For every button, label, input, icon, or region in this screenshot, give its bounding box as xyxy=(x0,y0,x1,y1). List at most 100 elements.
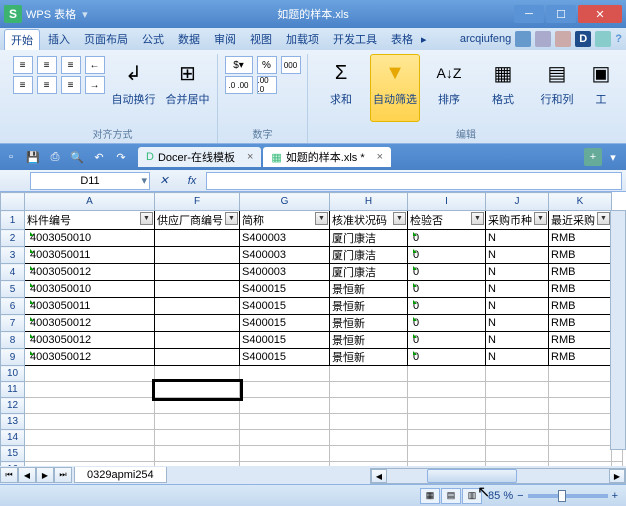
cell[interactable] xyxy=(155,398,240,414)
filter-header[interactable]: 料件编号▼ xyxy=(25,211,155,230)
currency-icon[interactable]: $▾ xyxy=(225,56,253,74)
cell[interactable] xyxy=(486,382,549,398)
cell[interactable]: RMB xyxy=(549,298,612,315)
cell[interactable] xyxy=(330,382,408,398)
cell[interactable]: 4003050011 xyxy=(25,247,155,264)
cell[interactable]: 厦门康洁 xyxy=(330,247,408,264)
filter-header[interactable]: 检验否▼ xyxy=(408,211,486,230)
cell[interactable]: 0 xyxy=(408,281,486,298)
row-header[interactable]: 14 xyxy=(1,430,25,446)
qat-dropdown-icon[interactable]: ▾ xyxy=(82,8,88,21)
sheet-last-icon[interactable]: ⏭ xyxy=(54,467,72,483)
sheet-next-icon[interactable]: ▶ xyxy=(36,467,54,483)
cell[interactable]: N xyxy=(486,298,549,315)
align-right2-icon[interactable]: ≡ xyxy=(61,76,81,94)
menu-addins[interactable]: 加载项 xyxy=(280,29,325,49)
cell[interactable] xyxy=(549,398,612,414)
dec-inc-icon[interactable]: .0 .00 xyxy=(225,76,253,94)
row-header[interactable]: 15 xyxy=(1,446,25,462)
cell[interactable] xyxy=(25,446,155,462)
cell[interactable]: N xyxy=(486,264,549,281)
comma-icon[interactable]: 000 xyxy=(281,56,301,74)
namebox-dropdown-icon[interactable]: ▾ xyxy=(141,174,147,187)
sheet-tab[interactable]: 0329apmi254 xyxy=(74,467,167,483)
maximize-button[interactable]: ☐ xyxy=(546,5,576,23)
cell[interactable]: RMB xyxy=(549,332,612,349)
cell[interactable]: N xyxy=(486,349,549,366)
cell[interactable]: 0 xyxy=(408,315,486,332)
cell[interactable]: 0 xyxy=(408,332,486,349)
name-box[interactable]: D11 ▾ xyxy=(30,172,150,190)
col-header[interactable]: F xyxy=(155,193,240,211)
cell[interactable] xyxy=(155,366,240,382)
zoom-out-icon[interactable]: − xyxy=(517,490,523,502)
cell[interactable]: 0 xyxy=(408,349,486,366)
cell[interactable]: 0 xyxy=(408,230,486,247)
row-header[interactable]: 11 xyxy=(1,382,25,398)
row-header[interactable]: 6 xyxy=(1,298,25,315)
tab-list-icon[interactable]: ▾ xyxy=(604,148,622,166)
cell[interactable]: 景恒新 xyxy=(330,315,408,332)
filter-header[interactable]: 供应厂商编号▼ xyxy=(155,211,240,230)
cell[interactable] xyxy=(549,446,612,462)
filter-dropdown-icon[interactable]: ▼ xyxy=(393,212,406,225)
cell[interactable] xyxy=(240,414,330,430)
filter-dropdown-icon[interactable]: ▼ xyxy=(471,212,484,225)
new-icon[interactable]: ▫ xyxy=(2,148,20,166)
col-header[interactable]: G xyxy=(240,193,330,211)
close-tab-icon[interactable]: × xyxy=(247,151,253,163)
cell[interactable] xyxy=(25,414,155,430)
row-header[interactable]: 8 xyxy=(1,332,25,349)
cell[interactable] xyxy=(549,430,612,446)
cell[interactable]: 4003050010 xyxy=(25,281,155,298)
align-left-icon[interactable]: ≡ xyxy=(13,56,33,74)
align-center2-icon[interactable]: ≡ xyxy=(37,76,57,94)
sheet-prev-icon[interactable]: ◀ xyxy=(18,467,36,483)
scroll-thumb[interactable] xyxy=(427,469,517,483)
cell[interactable] xyxy=(549,382,612,398)
percent-icon[interactable]: % xyxy=(257,56,277,74)
cell[interactable]: 4003050012 xyxy=(25,349,155,366)
cell[interactable]: 景恒新 xyxy=(330,298,408,315)
cell[interactable] xyxy=(25,398,155,414)
cell[interactable] xyxy=(486,430,549,446)
row-header[interactable]: 3 xyxy=(1,247,25,264)
sum-button[interactable]: Σ 求和 xyxy=(316,54,366,122)
cell[interactable]: RMB xyxy=(549,315,612,332)
cell[interactable]: RMB xyxy=(549,247,612,264)
cell[interactable] xyxy=(330,446,408,462)
cell[interactable]: S400015 xyxy=(240,349,330,366)
spreadsheet-grid[interactable]: AFGHIJK1料件编号▼供应厂商编号▼简称▼核准状况码▼检验否▼采购币种▼最近… xyxy=(0,192,626,466)
cell[interactable] xyxy=(330,366,408,382)
worksheet-button[interactable]: ▣ 工 xyxy=(586,54,616,122)
col-header[interactable]: J xyxy=(486,193,549,211)
align-center-icon[interactable]: ≡ xyxy=(37,56,57,74)
row-header[interactable]: 5 xyxy=(1,281,25,298)
cell[interactable] xyxy=(486,398,549,414)
filter-dropdown-icon[interactable]: ▼ xyxy=(597,212,610,225)
cell[interactable]: 4003050010 xyxy=(25,230,155,247)
cell[interactable] xyxy=(240,382,330,398)
cell[interactable] xyxy=(408,366,486,382)
cell[interactable]: 景恒新 xyxy=(330,349,408,366)
cell[interactable] xyxy=(155,430,240,446)
cell[interactable]: 4003050011 xyxy=(25,298,155,315)
cell[interactable] xyxy=(240,366,330,382)
cell[interactable] xyxy=(330,398,408,414)
rowcol-button[interactable]: ▤ 行和列 xyxy=(532,54,582,122)
menu-table[interactable]: 表格 xyxy=(385,29,419,49)
cell[interactable]: RMB xyxy=(549,230,612,247)
col-header[interactable]: H xyxy=(330,193,408,211)
cell[interactable] xyxy=(155,414,240,430)
row-header[interactable]: 12 xyxy=(1,398,25,414)
filter-dropdown-icon[interactable]: ▼ xyxy=(225,212,238,225)
view-layout-icon[interactable]: ▤ xyxy=(441,488,461,504)
cell[interactable]: N xyxy=(486,247,549,264)
align-right-icon[interactable]: ≡ xyxy=(61,56,81,74)
filter-header[interactable]: 最近采购▼ xyxy=(549,211,612,230)
filter-button[interactable]: ▼ 自动筛选 xyxy=(370,54,420,122)
cell[interactable] xyxy=(240,446,330,462)
tab-file[interactable]: ▦ 如题的样本.xls * × xyxy=(263,147,391,167)
user-icon-3[interactable] xyxy=(555,31,571,47)
format-button[interactable]: ▦ 格式 xyxy=(478,54,528,122)
